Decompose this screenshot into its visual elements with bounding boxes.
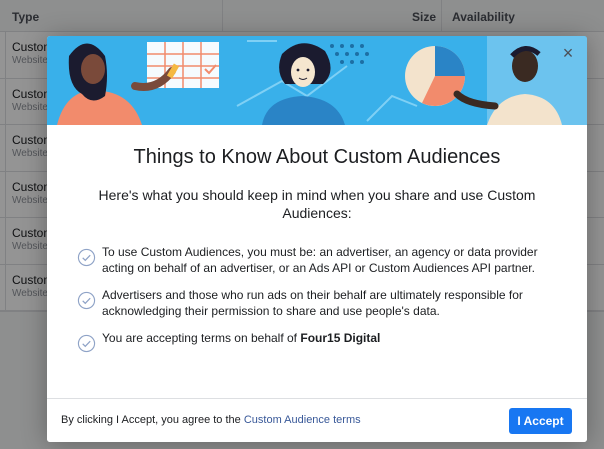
footer-agreement-text: By clicking I Accept, you agree to the C… <box>61 414 361 426</box>
dialog-title: Things to Know About Custom Audiences <box>133 146 501 168</box>
terms-list: To use Custom Audiences, you must be: an… <box>77 244 557 357</box>
term-text: You are accepting terms on behalf of Fou… <box>102 330 557 346</box>
hero-illustration: × <box>47 36 587 125</box>
term-text: To use Custom Audiences, you must be: an… <box>102 245 538 275</box>
term-item: Advertisers and those who run ads on the… <box>77 287 557 319</box>
term-item: To use Custom Audiences, you must be: an… <box>77 244 557 276</box>
people-illustration <box>57 36 587 125</box>
term-text: Advertisers and those who run ads on the… <box>102 288 523 318</box>
footer-text-prefix: By clicking I Accept, you agree to the <box>61 414 244 426</box>
term-text-prefix: You are accepting terms on behalf of <box>102 331 301 345</box>
check-circle-icon <box>77 248 96 267</box>
check-circle-icon <box>77 291 96 310</box>
dialog-footer: By clicking I Accept, you agree to the C… <box>47 398 587 442</box>
custom-audience-terms-link[interactable]: Custom Audience terms <box>244 414 361 426</box>
dialog-subtitle: Here's what you should keep in mind when… <box>98 187 536 221</box>
check-circle-icon <box>77 334 96 353</box>
accept-button[interactable]: I Accept <box>509 408 572 434</box>
business-name: Four15 Digital <box>300 331 381 345</box>
close-icon[interactable]: × <box>559 44 577 62</box>
custom-audiences-terms-dialog: × Things to Know About Custom Audiences … <box>47 36 587 442</box>
term-item: You are accepting terms on behalf of Fou… <box>77 330 557 353</box>
